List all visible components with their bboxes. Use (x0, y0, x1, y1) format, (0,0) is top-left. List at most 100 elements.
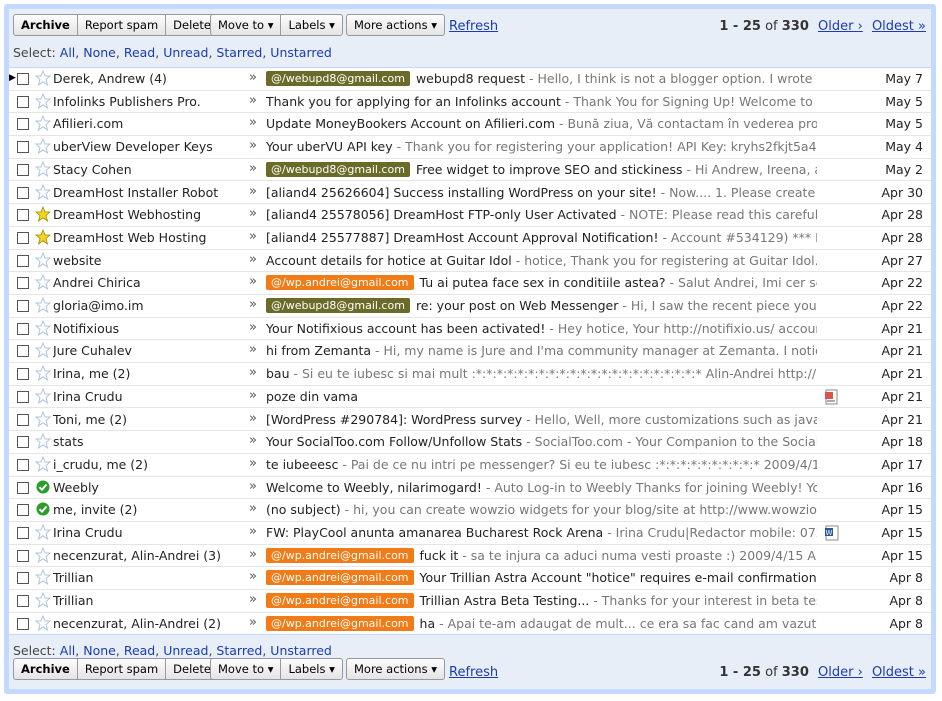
select-unread-link[interactable]: Unread (163, 45, 208, 60)
email-label[interactable]: @/webupd8@gmail.com (266, 161, 410, 177)
select-none-link[interactable]: None (83, 45, 116, 60)
star-empty-icon[interactable] (34, 183, 52, 200)
star-empty-icon[interactable] (34, 273, 52, 291)
email-row[interactable]: gloria@imo.im » @/webupd8@gmail.com re: you… (9, 295, 931, 318)
row-checkbox[interactable] (17, 277, 29, 290)
star-empty-icon[interactable] (34, 523, 52, 541)
star-empty-icon[interactable] (34, 319, 52, 336)
row-checkbox[interactable] (17, 163, 29, 176)
labels-button[interactable]: Labels ▾ (280, 658, 343, 680)
green-check-icon[interactable] (35, 479, 51, 495)
row-checkbox[interactable] (17, 368, 29, 381)
email-row[interactable]: Irina Crudu » FW: PlayCool anunta amanarea… (9, 522, 931, 545)
email-label[interactable]: @/wp.andrei@gmail.com (266, 547, 414, 563)
select-starred-link[interactable]: Starred (216, 45, 262, 60)
row-checkbox[interactable] (17, 595, 29, 608)
row-checkbox[interactable] (17, 73, 29, 85)
more-actions-button[interactable]: More actions ▾ (346, 14, 445, 36)
select-read-link[interactable]: Read (124, 45, 155, 60)
star-filled-icon[interactable] (34, 228, 52, 245)
row-checkbox[interactable] (17, 504, 29, 517)
archive-button[interactable]: Archive (13, 14, 78, 36)
star-empty-icon[interactable] (34, 387, 52, 405)
email-row[interactable]: DreamHost Installer Robot » [aliand4 25626… (9, 182, 931, 205)
row-checkbox[interactable] (17, 186, 29, 199)
star-empty-icon[interactable] (34, 364, 52, 382)
star-empty-icon[interactable] (34, 92, 52, 109)
email-row[interactable]: Notifixious » Your Notifixious account has… (9, 318, 931, 341)
older-link[interactable]: Older › (818, 665, 863, 680)
email-row[interactable]: Stacy Cohen » @/webupd8@gmail.com Free widg… (9, 159, 931, 182)
star-empty-icon[interactable] (34, 455, 52, 473)
email-label[interactable]: @/wp.andrei@gmail.com (266, 275, 414, 291)
star-empty-icon[interactable] (34, 251, 52, 268)
report-spam-button[interactable]: Report spam (76, 14, 167, 36)
star-empty-icon[interactable] (34, 137, 52, 155)
email-row[interactable]: me, invite (2) » (no subject) - hi, you ca… (9, 499, 931, 522)
green-check-icon[interactable] (35, 501, 51, 517)
email-row[interactable]: DreamHost Web Hosting » [aliand4 25577887]… (9, 227, 931, 250)
row-checkbox[interactable] (17, 572, 29, 585)
email-row[interactable]: Trillian » @/wp.andrei@gmail.com Trillian A… (9, 590, 931, 613)
row-checkbox[interactable] (17, 617, 29, 630)
email-row[interactable]: Andrei Chirica » @/wp.andrei@gmail.com Tu a… (9, 272, 931, 295)
email-label[interactable]: @/webupd8@gmail.com (266, 71, 410, 86)
row-checkbox[interactable] (17, 141, 29, 154)
star-empty-icon[interactable] (34, 432, 52, 450)
star-filled-icon[interactable] (34, 206, 52, 223)
email-label[interactable]: @/wp.andrei@gmail.com (266, 593, 414, 609)
oldest-link[interactable]: Oldest » (872, 19, 926, 34)
star-empty-icon[interactable] (34, 614, 52, 632)
row-checkbox[interactable] (17, 549, 29, 562)
row-checkbox[interactable] (17, 527, 29, 539)
report-spam-button[interactable]: Report spam (76, 658, 167, 680)
email-label[interactable]: @/wp.andrei@gmail.com (266, 570, 414, 586)
move-to-button[interactable]: Move to ▾ (210, 658, 282, 680)
oldest-link[interactable]: Oldest » (872, 665, 926, 680)
email-row[interactable]: Jure Cuhalev » hi from Zemanta - Hi, my na… (9, 340, 931, 364)
refresh-link[interactable]: Refresh (449, 665, 498, 680)
email-row[interactable]: uberView Developer Keys » Your uberVU API … (9, 136, 931, 159)
select-all-link[interactable]: All (60, 45, 76, 60)
star-empty-icon[interactable] (34, 342, 52, 359)
star-empty-icon[interactable] (34, 546, 52, 563)
row-checkbox[interactable] (17, 345, 29, 358)
star-empty-icon[interactable] (34, 160, 52, 178)
email-row[interactable]: Toni, me (2) » [WordPress #290784]: WordPr… (9, 409, 931, 432)
labels-button[interactable]: Labels ▾ (280, 14, 343, 36)
email-row[interactable]: Infolinks Publishers Pro. » Thank you for … (9, 91, 931, 114)
older-link[interactable]: Older › (818, 19, 863, 34)
row-checkbox[interactable] (17, 300, 29, 312)
star-empty-icon[interactable] (34, 569, 52, 586)
archive-button[interactable]: Archive (13, 658, 78, 680)
row-checkbox[interactable] (17, 209, 29, 222)
row-checkbox[interactable] (17, 390, 29, 403)
star-empty-icon[interactable] (34, 410, 52, 427)
email-label[interactable]: @/webupd8@gmail.com (266, 298, 410, 313)
email-row[interactable]: necenzurat, Alin-Andrei (3) » @/wp.andrei@… (9, 545, 931, 568)
email-row[interactable]: Afilieri.com » Update MoneyBookers Account… (9, 113, 931, 137)
row-checkbox[interactable] (17, 95, 29, 108)
row-checkbox[interactable] (17, 322, 29, 335)
email-row[interactable]: Trillian » @/wp.andrei@gmail.com Your Trill… (9, 567, 931, 591)
row-checkbox[interactable] (17, 481, 29, 494)
more-actions-button[interactable]: More actions ▾ (346, 658, 445, 680)
email-row[interactable]: stats » Your SocialToo.com Follow/Unfollow… (9, 431, 931, 454)
refresh-link[interactable]: Refresh (449, 19, 498, 34)
row-checkbox[interactable] (17, 254, 29, 267)
select-unstarred-link[interactable]: Unstarred (270, 45, 332, 60)
email-row[interactable]: ▶ Derek, Andrew (4) » @/webupd8@gmail.com we… (9, 68, 931, 91)
star-empty-icon[interactable] (34, 115, 52, 132)
email-row[interactable]: necenzurat, Alin-Andrei (2) » @/wp.andrei@… (9, 613, 931, 634)
row-checkbox[interactable] (17, 231, 29, 244)
star-empty-icon[interactable] (34, 69, 52, 87)
row-checkbox[interactable] (17, 413, 29, 426)
star-empty-icon[interactable] (34, 296, 52, 314)
email-row[interactable]: Irina, me (2) » bau - Si eu te iubesc si m… (9, 363, 931, 386)
row-checkbox[interactable] (17, 118, 29, 131)
move-to-button[interactable]: Move to ▾ (210, 14, 282, 36)
row-checkbox[interactable] (17, 458, 29, 471)
email-row[interactable]: i_crudu, me (2) » te iubeeesc - Pai de ce … (9, 454, 931, 477)
email-row[interactable]: Irina Crudu » poze din vama Apr 21 (9, 386, 931, 409)
email-label[interactable]: @/wp.andrei@gmail.com (266, 615, 414, 631)
